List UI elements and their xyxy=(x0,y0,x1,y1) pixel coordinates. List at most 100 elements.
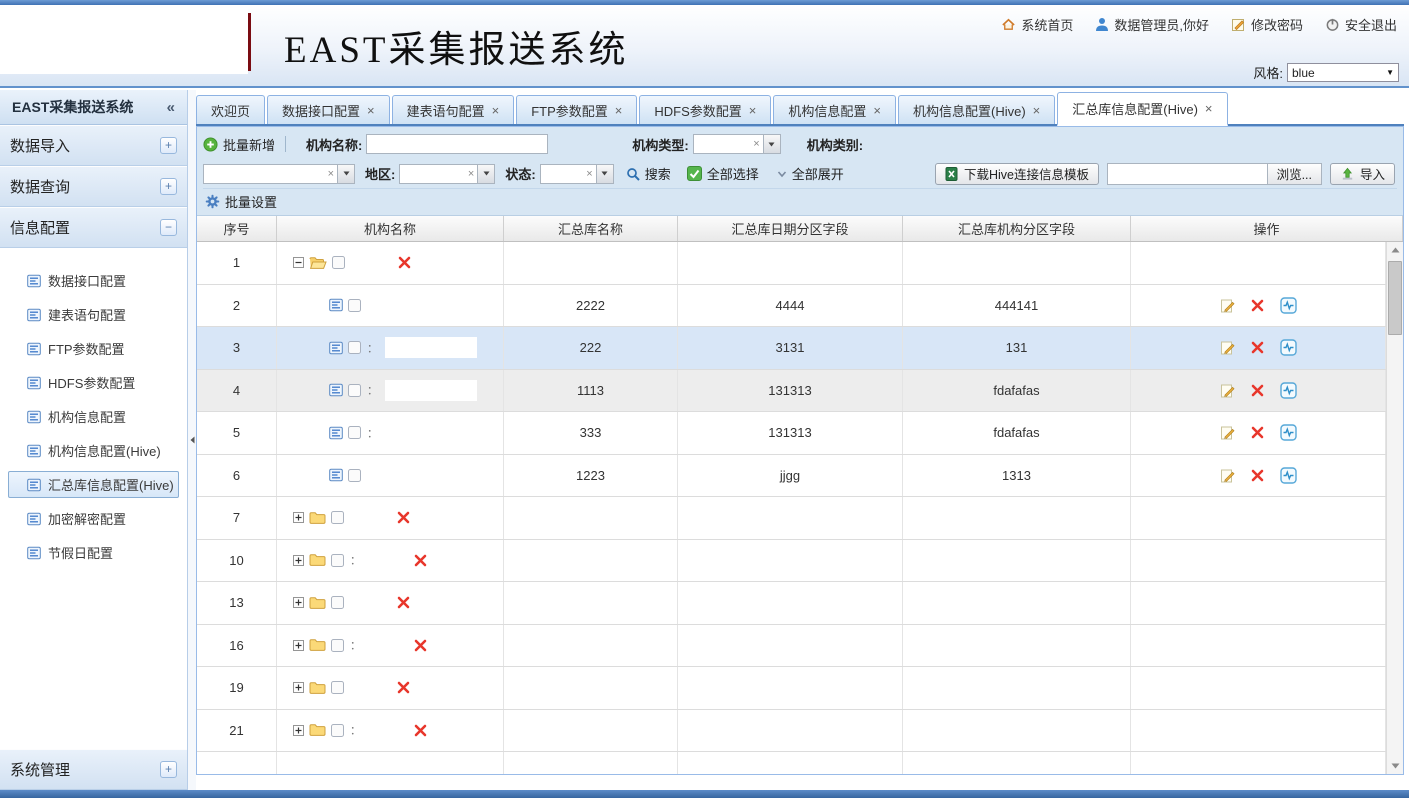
style-select[interactable]: blue ▼ xyxy=(1287,63,1399,82)
nav-logout[interactable]: 安全退出 xyxy=(1325,15,1397,34)
expand-all-button[interactable]: 全部展开 xyxy=(777,164,844,183)
edit-icon[interactable] xyxy=(1220,340,1235,355)
delete-icon[interactable] xyxy=(414,724,427,737)
nav-change-password[interactable]: 修改密码 xyxy=(1231,15,1303,34)
test-connection-icon[interactable] xyxy=(1280,424,1297,441)
sidebar-item[interactable]: 机构信息配置(Hive) xyxy=(8,437,179,464)
browse-button[interactable]: 浏览... xyxy=(1267,164,1321,184)
sidebar-item[interactable]: HDFS参数配置 xyxy=(8,369,179,396)
checkbox-icon[interactable] xyxy=(331,596,344,609)
scroll-up-icon[interactable] xyxy=(1387,242,1403,258)
combo-dropdown-icon[interactable] xyxy=(596,165,613,183)
table-row[interactable]: 1 xyxy=(197,242,1386,285)
delete-icon[interactable] xyxy=(397,511,410,524)
org-category-combo[interactable]: × xyxy=(203,164,355,184)
sidebar-item[interactable]: 机构信息配置 xyxy=(8,403,179,430)
nav-home[interactable]: 系统首页 xyxy=(1001,15,1073,34)
select-all-button[interactable]: 全部选择 xyxy=(687,164,759,183)
sidebar-item[interactable]: 节假日配置 xyxy=(8,539,179,566)
tab-2[interactable]: 建表语句配置× xyxy=(392,95,515,124)
date-field-value[interactable]: jjgg xyxy=(780,468,800,483)
edit-icon[interactable] xyxy=(1220,298,1235,313)
tab-close-icon[interactable]: × xyxy=(873,103,881,118)
table-row[interactable]: 16： xyxy=(197,625,1386,668)
table-row[interactable]: 5：333131313fdafafas xyxy=(197,412,1386,455)
edit-icon[interactable] xyxy=(1220,425,1235,440)
checkbox-icon[interactable] xyxy=(348,341,361,354)
scroll-thumb[interactable] xyxy=(1388,261,1402,335)
tab-close-icon[interactable]: × xyxy=(749,103,757,118)
sidebar-item[interactable]: 数据接口配置 xyxy=(8,267,179,294)
column-header[interactable]: 序号 xyxy=(197,216,277,241)
download-template-button[interactable]: 下载Hive连接信息模板 xyxy=(935,163,1099,185)
tree-expand-icon[interactable] xyxy=(293,555,304,566)
edit-icon[interactable] xyxy=(1220,383,1235,398)
column-header[interactable]: 机构名称 xyxy=(277,216,504,241)
checkbox-icon[interactable] xyxy=(332,256,345,269)
test-connection-icon[interactable] xyxy=(1280,382,1297,399)
sidebar-section-1[interactable]: 数据查询+ xyxy=(0,166,187,207)
test-connection-icon[interactable] xyxy=(1280,467,1297,484)
tree-expand-icon[interactable] xyxy=(293,682,304,693)
tree-expand-icon[interactable] xyxy=(293,512,304,523)
delete-icon[interactable] xyxy=(398,256,411,269)
combo-dropdown-icon[interactable] xyxy=(337,165,354,183)
checkbox-icon[interactable] xyxy=(331,681,344,694)
tab-close-icon[interactable]: × xyxy=(1205,101,1213,116)
sidebar-item[interactable]: 汇总库信息配置(Hive) xyxy=(8,471,179,498)
sidebar-resize-handle[interactable] xyxy=(188,90,196,790)
tab-0[interactable]: 欢迎页 xyxy=(196,95,265,124)
tree-collapse-icon[interactable] xyxy=(293,257,304,268)
status-combo[interactable]: × xyxy=(540,164,614,184)
org-type-combo[interactable]: × xyxy=(693,134,781,154)
region-combo[interactable]: × xyxy=(399,164,495,184)
tab-7[interactable]: 汇总库信息配置(Hive)× xyxy=(1057,92,1227,126)
tab-close-icon[interactable]: × xyxy=(1033,103,1041,118)
table-row[interactable]: 21： xyxy=(197,710,1386,753)
delete-icon[interactable] xyxy=(397,596,410,609)
combo-clear-icon[interactable]: × xyxy=(325,168,337,180)
column-header[interactable]: 汇总库机构分区字段 xyxy=(903,216,1131,241)
checkbox-icon[interactable] xyxy=(348,426,361,439)
delete-icon[interactable] xyxy=(1251,426,1264,439)
table-row[interactable]: 4：1113131313fdafafas xyxy=(197,370,1386,413)
delete-icon[interactable] xyxy=(1251,384,1264,397)
column-header[interactable]: 操作 xyxy=(1131,216,1403,241)
batch-add-button[interactable]: 批量新增 xyxy=(203,135,275,154)
tab-3[interactable]: FTP参数配置× xyxy=(516,95,637,124)
expand-icon[interactable]: + xyxy=(160,137,177,154)
table-row[interactable]: 19 xyxy=(197,667,1386,710)
delete-icon[interactable] xyxy=(414,639,427,652)
table-row[interactable]: 222224444444141 xyxy=(197,285,1386,328)
sidebar-item[interactable]: 加密解密配置 xyxy=(8,505,179,532)
combo-dropdown-icon[interactable] xyxy=(763,135,780,153)
batch-set-button[interactable]: 批量设置 xyxy=(205,192,277,211)
search-button[interactable]: 搜索 xyxy=(626,164,671,183)
tab-close-icon[interactable]: × xyxy=(615,103,623,118)
expand-icon[interactable]: + xyxy=(160,178,177,195)
table-row[interactable]: 7 xyxy=(197,497,1386,540)
checkbox-icon[interactable] xyxy=(348,384,361,397)
checkbox-icon[interactable] xyxy=(348,299,361,312)
column-header[interactable]: 汇总库日期分区字段 xyxy=(678,216,903,241)
delete-icon[interactable] xyxy=(1251,341,1264,354)
scroll-down-icon[interactable] xyxy=(1387,758,1403,774)
checkbox-icon[interactable] xyxy=(331,639,344,652)
combo-clear-icon[interactable]: × xyxy=(465,168,477,180)
checkbox-icon[interactable] xyxy=(348,469,361,482)
tab-6[interactable]: 机构信息配置(Hive)× xyxy=(898,95,1055,124)
tab-5[interactable]: 机构信息配置× xyxy=(773,95,896,124)
expand-icon[interactable]: + xyxy=(160,761,177,778)
checkbox-icon[interactable] xyxy=(331,554,344,567)
delete-icon[interactable] xyxy=(397,681,410,694)
tab-close-icon[interactable]: × xyxy=(367,103,375,118)
tab-close-icon[interactable]: × xyxy=(492,103,500,118)
combo-clear-icon[interactable]: × xyxy=(750,138,762,150)
table-row[interactable]: 10： xyxy=(197,540,1386,583)
delete-icon[interactable] xyxy=(1251,299,1264,312)
vertical-scrollbar[interactable] xyxy=(1386,242,1403,774)
sidebar-section-2[interactable]: 信息配置− xyxy=(0,207,187,248)
tab-4[interactable]: HDFS参数配置× xyxy=(639,95,771,124)
checkbox-icon[interactable] xyxy=(331,511,344,524)
sidebar-section-0[interactable]: 数据导入+ xyxy=(0,125,187,166)
